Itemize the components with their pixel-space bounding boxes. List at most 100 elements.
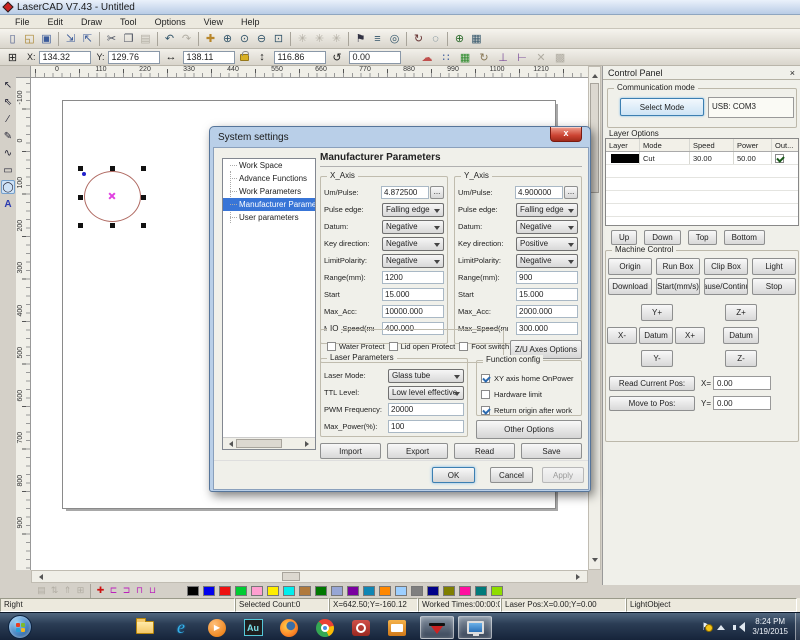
move-to-pos-button[interactable]: Move to Pos: <box>609 396 695 411</box>
tree-item-work-space[interactable]: Work Space <box>223 159 315 172</box>
foot-switch-checkbox[interactable] <box>459 342 468 351</box>
selection-handle-w[interactable] <box>78 195 83 200</box>
canvas-horizontal-scrollbar[interactable] <box>31 570 588 583</box>
jog-x-minus-button[interactable]: X- <box>607 327 637 344</box>
x-position-input[interactable]: 134.32 <box>39 51 91 64</box>
color-swatch[interactable] <box>219 586 231 596</box>
y-pulse-edge[interactable]: Falling edge <box>516 203 578 217</box>
color-swatch[interactable] <box>347 586 359 596</box>
selection-handle-se[interactable] <box>141 223 146 228</box>
node-tool-icon[interactable]: ⇖ <box>1 95 15 109</box>
taskbar-firefox-button[interactable] <box>274 616 304 639</box>
y-position-input[interactable]: 129.76 <box>108 51 160 64</box>
action-center-icon[interactable]: ⚑ <box>701 622 710 633</box>
select-tool-icon[interactable]: ↖ <box>1 78 15 92</box>
y-max-acc[interactable]: 2000.000 <box>516 305 578 318</box>
color-swatch[interactable] <box>267 586 279 596</box>
color-swatch[interactable] <box>395 586 407 596</box>
window-titlebar[interactable]: LaserCAD V7.43 - Untitled <box>0 0 800 15</box>
taskbar-explorer-button[interactable] <box>130 616 160 639</box>
group-icon[interactable]: ∷ <box>437 49 456 65</box>
layer-output-checkbox[interactable] <box>775 154 784 163</box>
anchor-grid-icon[interactable]: ⊞ <box>4 49 21 65</box>
color-swatch[interactable] <box>283 586 295 596</box>
dialog-close-button[interactable]: x <box>550 127 582 142</box>
layer-speed-cell[interactable]: 30.00 <box>690 152 734 164</box>
color-swatch[interactable] <box>411 586 423 596</box>
selection-handle-ne[interactable] <box>141 166 146 171</box>
align-bottom-icon[interactable]: ⊔ <box>146 584 159 597</box>
preview-icon[interactable]: ▦ <box>468 31 485 47</box>
center-icon[interactable]: ⊕ <box>451 31 468 47</box>
menu-item[interactable]: View <box>195 17 232 27</box>
align-right-icon[interactable]: ⊐ <box>120 584 133 597</box>
volume-icon[interactable] <box>733 622 744 633</box>
copy-icon[interactable]: ❐ <box>120 31 137 47</box>
menu-item[interactable]: Tool <box>111 17 146 27</box>
zoom-in-icon[interactable]: ⊕ <box>219 31 236 47</box>
run-box-button[interactable]: Run Box <box>656 258 700 275</box>
origin-point-icon[interactable]: ✚ <box>94 584 107 597</box>
laser-path-icon[interactable]: ◌ <box>427 31 444 47</box>
tree-item-advance-functions[interactable]: Advance Functions <box>223 172 315 185</box>
selection-handle-nw[interactable] <box>78 166 83 171</box>
taskbar-picture-manager-button[interactable] <box>382 616 412 639</box>
max-power[interactable]: 100 <box>388 420 464 433</box>
cancel-button[interactable]: Cancel <box>490 467 533 483</box>
jog-y-minus-button[interactable]: Y- <box>641 350 673 367</box>
tree-scroll-thumb[interactable] <box>236 439 282 448</box>
menu-item[interactable]: Edit <box>39 17 73 27</box>
rotation-input[interactable]: 0.00 <box>349 51 401 64</box>
menu-item[interactable]: Help <box>232 17 269 27</box>
text-tool-icon[interactable]: A <box>1 197 15 211</box>
y-range[interactable]: 900 <box>516 271 578 284</box>
read-button[interactable]: Read <box>454 443 515 459</box>
undo-icon[interactable]: ↶ <box>161 31 178 47</box>
light-button[interactable]: Light <box>752 258 796 275</box>
jog-z-minus-button[interactable]: Z- <box>725 350 757 367</box>
rect-tool-icon[interactable]: ▭ <box>1 163 15 177</box>
datum-z-button[interactable]: Datum <box>723 327 759 344</box>
lid-open-protect-checkbox[interactable] <box>389 342 398 351</box>
layer-bottom-button[interactable]: Bottom <box>724 230 765 245</box>
color-swatch[interactable] <box>491 586 503 596</box>
layer-color-swatch[interactable] <box>611 154 639 163</box>
taskbar-media-player-button[interactable]: ▶ <box>202 616 232 639</box>
width-input[interactable]: 138.11 <box>183 51 235 64</box>
menu-item[interactable]: Draw <box>72 17 111 27</box>
ttl-level[interactable]: Low level effective <box>388 386 464 400</box>
taskbar-photo-viewer-button[interactable] <box>346 616 376 639</box>
menu-item[interactable]: Options <box>146 17 195 27</box>
hardware-limit-checkbox[interactable] <box>481 390 490 399</box>
export-button[interactable]: Export <box>387 443 448 459</box>
save-button[interactable]: Save <box>521 443 582 459</box>
x-key-direction[interactable]: Negative <box>382 237 444 251</box>
clip-box-button[interactable]: Clip Box <box>704 258 748 275</box>
layer-output-cell[interactable] <box>772 152 796 164</box>
color-swatch[interactable] <box>315 586 327 596</box>
read-current-pos-button[interactable]: Read Current Pos: <box>609 376 695 391</box>
x-limit-polarity[interactable]: Negative <box>382 254 444 268</box>
color-swatch[interactable] <box>427 586 439 596</box>
tree-horizontal-scrollbar[interactable] <box>223 437 315 449</box>
download-button[interactable]: Download <box>608 278 652 295</box>
measure-icon[interactable]: ◎ <box>386 31 403 47</box>
x-start[interactable]: 15.000 <box>382 288 444 301</box>
color-swatch[interactable] <box>299 586 311 596</box>
y-start[interactable]: 15.000 <box>516 288 578 301</box>
align-top-icon[interactable]: ⊓ <box>133 584 146 597</box>
cut-icon[interactable]: ✂ <box>103 31 120 47</box>
mirror-h-icon[interactable]: ⊢ <box>513 49 532 65</box>
y-max-speed[interactable]: 300.000 <box>516 322 578 335</box>
stop-button[interactable]: Stop <box>752 278 796 295</box>
selection-handle-e[interactable] <box>141 195 146 200</box>
export-icon[interactable]: ⇱ <box>79 31 96 47</box>
color-swatch[interactable] <box>459 586 471 596</box>
param-table-icon[interactable]: ≡ <box>369 31 386 47</box>
open-icon[interactable]: ◱ <box>21 31 38 47</box>
show-desktop-button[interactable] <box>795 613 800 640</box>
x-datum[interactable]: Negative <box>382 220 444 234</box>
pen-tool-icon[interactable]: ✎ <box>1 129 15 143</box>
color-swatch[interactable] <box>235 586 247 596</box>
return-origin-after-work-checkbox[interactable] <box>481 406 490 415</box>
